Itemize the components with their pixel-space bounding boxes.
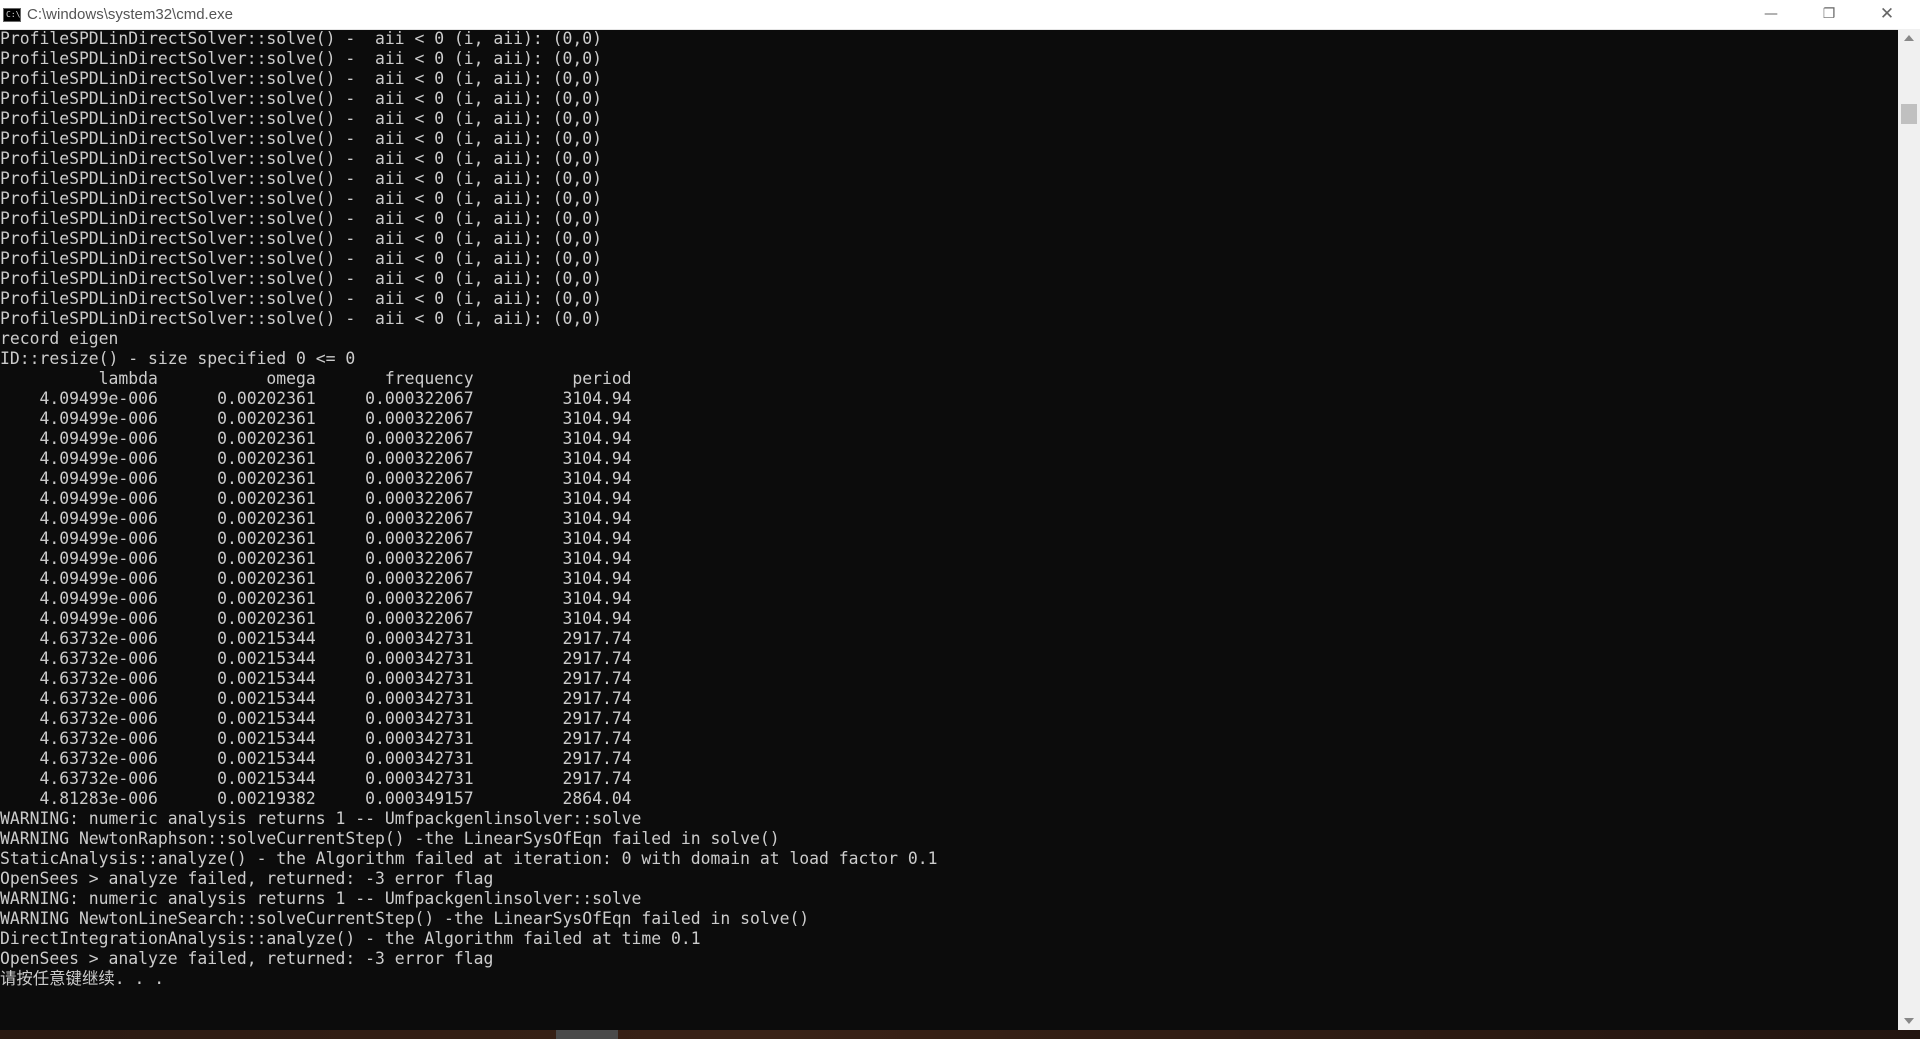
console-line: 4.09499e-006 0.00202361 0.000322067 3104…: [0, 509, 632, 528]
console-line: ProfileSPDLinDirectSolver::solve() - aii…: [0, 89, 602, 108]
console-line: 4.09499e-006 0.00202361 0.000322067 3104…: [0, 489, 632, 508]
console-line: WARNING: numeric analysis returns 1 -- U…: [0, 809, 642, 828]
close-button[interactable]: ✕: [1858, 0, 1916, 29]
console-line: ProfileSPDLinDirectSolver::solve() - aii…: [0, 269, 602, 288]
taskbar: [0, 1030, 1920, 1039]
console-line: record eigen: [0, 329, 119, 348]
console-line: ID::resize() - size specified 0 <= 0: [0, 349, 356, 368]
console-line: ProfileSPDLinDirectSolver::solve() - aii…: [0, 69, 602, 88]
console-line: ProfileSPDLinDirectSolver::solve() - aii…: [0, 229, 602, 248]
console-line: WARNING NewtonRaphson::solveCurrentStep(…: [0, 829, 780, 848]
cmd-icon: C:\: [3, 8, 21, 22]
console-line: ProfileSPDLinDirectSolver::solve() - aii…: [0, 309, 602, 328]
vertical-scrollbar[interactable]: [1898, 29, 1920, 1030]
console-line: WARNING: numeric analysis returns 1 -- U…: [0, 889, 642, 908]
title-bar[interactable]: C:\ C:\windows\system32\cmd.exe — ❐ ✕: [0, 0, 1920, 30]
console-line: lambda omega frequency period: [0, 369, 632, 388]
scroll-down-button[interactable]: [1898, 1012, 1920, 1030]
console-line: OpenSees > analyze failed, returned: -3 …: [0, 949, 494, 968]
console-line: 4.63732e-006 0.00215344 0.000342731 2917…: [0, 649, 632, 668]
scroll-thumb[interactable]: [1901, 104, 1917, 124]
console-line: 4.81283e-006 0.00219382 0.000349157 2864…: [0, 789, 632, 808]
console-line: 4.09499e-006 0.00202361 0.000322067 3104…: [0, 569, 632, 588]
console-line: 4.09499e-006 0.00202361 0.000322067 3104…: [0, 589, 632, 608]
console-line: ProfileSPDLinDirectSolver::solve() - aii…: [0, 169, 602, 188]
chevron-up-icon: [1904, 35, 1914, 41]
console-line: ProfileSPDLinDirectSolver::solve() - aii…: [0, 149, 602, 168]
console-line: OpenSees > analyze failed, returned: -3 …: [0, 869, 494, 888]
taskbar-item[interactable]: [556, 1030, 618, 1039]
console-line: 4.63732e-006 0.00215344 0.000342731 2917…: [0, 689, 632, 708]
console-line: 4.63732e-006 0.00215344 0.000342731 2917…: [0, 769, 632, 788]
console-line: 4.09499e-006 0.00202361 0.000322067 3104…: [0, 529, 632, 548]
console-line: 4.63732e-006 0.00215344 0.000342731 2917…: [0, 709, 632, 728]
console-line: ProfileSPDLinDirectSolver::solve() - aii…: [0, 289, 602, 308]
scroll-up-button[interactable]: [1898, 29, 1920, 47]
console-line: WARNING NewtonLineSearch::solveCurrentSt…: [0, 909, 810, 928]
console-line: 4.63732e-006 0.00215344 0.000342731 2917…: [0, 669, 632, 688]
console-line: ProfileSPDLinDirectSolver::solve() - aii…: [0, 109, 602, 128]
chevron-down-icon: [1904, 1018, 1914, 1024]
console-line: 4.09499e-006 0.00202361 0.000322067 3104…: [0, 409, 632, 428]
console-line: ProfileSPDLinDirectSolver::solve() - aii…: [0, 189, 602, 208]
console-line: 4.09499e-006 0.00202361 0.000322067 3104…: [0, 609, 632, 628]
console-line: ProfileSPDLinDirectSolver::solve() - aii…: [0, 249, 602, 268]
console-line: ProfileSPDLinDirectSolver::solve() - aii…: [0, 129, 602, 148]
console-line: DirectIntegrationAnalysis::analyze() - t…: [0, 929, 701, 948]
console-line: ProfileSPDLinDirectSolver::solve() - aii…: [0, 209, 602, 228]
console-line: ProfileSPDLinDirectSolver::solve() - aii…: [0, 29, 602, 48]
console-line: 4.63732e-006 0.00215344 0.000342731 2917…: [0, 749, 632, 768]
console-line: 4.63732e-006 0.00215344 0.000342731 2917…: [0, 629, 632, 648]
console-line: 4.09499e-006 0.00202361 0.000322067 3104…: [0, 449, 632, 468]
minimize-button[interactable]: —: [1742, 0, 1800, 29]
console-line: 4.09499e-006 0.00202361 0.000322067 3104…: [0, 469, 632, 488]
window-title: C:\windows\system32\cmd.exe: [27, 6, 233, 23]
console-line: StaticAnalysis::analyze() - the Algorith…: [0, 849, 938, 868]
console-line: 4.63732e-006 0.00215344 0.000342731 2917…: [0, 729, 632, 748]
console-line: 请按任意键继续. . .: [0, 969, 165, 988]
restore-button[interactable]: ❐: [1800, 0, 1858, 29]
console-output[interactable]: ProfileSPDLinDirectSolver::solve() - aii…: [0, 29, 1898, 1030]
console-line: 4.09499e-006 0.00202361 0.000322067 3104…: [0, 549, 632, 568]
console-line: ProfileSPDLinDirectSolver::solve() - aii…: [0, 49, 602, 68]
console-line: 4.09499e-006 0.00202361 0.000322067 3104…: [0, 389, 632, 408]
console-line: 4.09499e-006 0.00202361 0.000322067 3104…: [0, 429, 632, 448]
